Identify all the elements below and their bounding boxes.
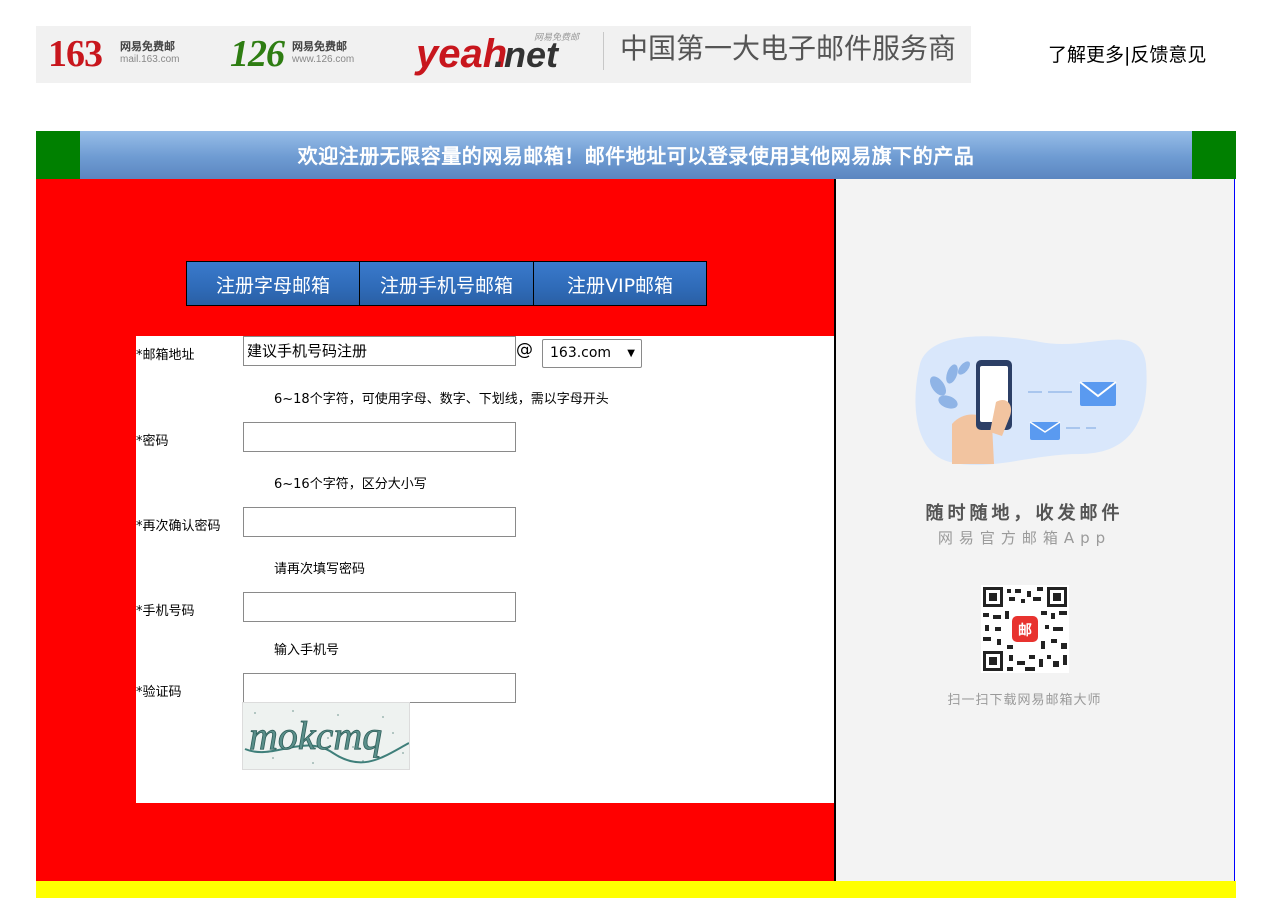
logo-126[interactable]: 126 网易免费邮 www.126.com <box>230 32 400 76</box>
at-sign: @ <box>516 340 533 360</box>
logo-126-number: 126 <box>230 33 285 75</box>
email-hint: 6~18个字符，可使用字母、数字、下划线，需以字母开头 <box>274 392 609 407</box>
captcha-image[interactable]: mokcmq <box>242 702 410 770</box>
app-promo-panel: 随时随地，收发邮件 网易官方邮箱App 邮 扫一扫下载网易邮箱大师 <box>836 179 1235 881</box>
app-illustration <box>915 336 1147 466</box>
logo-yeah-tag: 网易免费邮 <box>534 33 580 43</box>
logo-163-tagline: 网易免费邮 <box>120 40 175 53</box>
logo-163[interactable]: 163 网易免费邮 mail.163.com <box>48 32 218 76</box>
registration-form: *邮箱地址 @ 163.com ▼ 6~18个字符，可使用字母、数字、下划线，需… <box>136 336 834 803</box>
logo-163-number: 163 <box>48 33 103 75</box>
email-label: *邮箱地址 <box>136 348 195 363</box>
password-field[interactable] <box>243 422 516 452</box>
phone-field[interactable] <box>243 592 516 622</box>
tab-vip-email[interactable]: 注册VIP邮箱 <box>534 262 706 305</box>
registration-tabs: 注册字母邮箱 注册手机号邮箱 注册VIP邮箱 <box>186 261 707 306</box>
logo-126-tagline: 网易免费邮 <box>292 40 347 53</box>
tab-phone-email[interactable]: 注册手机号邮箱 <box>360 262 534 305</box>
logo-yeah-net[interactable]: yeah .net 网易免费邮 <box>416 32 596 76</box>
logo-126-subtitle: 网易免费邮 www.126.com <box>292 40 354 66</box>
email-field[interactable] <box>243 336 516 366</box>
confirm-password-label: *再次确认密码 <box>136 519 221 534</box>
captcha-text: mokcmq <box>249 713 382 758</box>
confirm-password-field[interactable] <box>243 507 516 537</box>
domain-select-value: 163.com <box>550 345 612 361</box>
confirm-password-hint: 请再次填写密码 <box>274 562 366 577</box>
learn-more-link[interactable]: 了解更多 <box>1048 44 1124 66</box>
logo-163-subtitle: 网易免费邮 mail.163.com <box>120 40 179 66</box>
brand-banner: 163 网易免费邮 mail.163.com 126 网易免费邮 www.126… <box>36 26 971 83</box>
logo-126-url: www.126.com <box>292 54 355 65</box>
footer-strip <box>36 881 1236 898</box>
qr-code-icon[interactable]: 邮 <box>981 585 1069 673</box>
password-hint: 6~16个字符，区分大小写 <box>274 477 427 492</box>
feedback-link[interactable]: 反馈意见 <box>1130 44 1206 66</box>
app-promo-title: 随时随地，收发邮件 <box>925 503 1124 524</box>
app-promo-subtitle: 网易官方邮箱App <box>937 529 1112 547</box>
qr-badge-glyph: 邮 <box>1018 622 1032 639</box>
password-label: *密码 <box>136 434 169 449</box>
captcha-graphic: mokcmq <box>244 710 409 764</box>
welcome-banner: 欢迎注册无限容量的网易邮箱！邮件地址可以登录使用其他网易旗下的产品 <box>80 131 1192 179</box>
tab-letter-email[interactable]: 注册字母邮箱 <box>187 262 360 305</box>
chevron-down-icon: ▼ <box>627 348 635 359</box>
phone-label: *手机号码 <box>136 604 195 619</box>
logo-163-url: mail.163.com <box>120 54 180 65</box>
brand-divider <box>603 32 604 70</box>
captcha-field[interactable] <box>243 673 516 703</box>
phone-hint: 输入手机号 <box>274 643 340 658</box>
domain-select[interactable]: 163.com ▼ <box>542 339 642 368</box>
captcha-label: *验证码 <box>136 685 182 700</box>
qr-caption: 扫一扫下载网易邮箱大师 <box>947 693 1102 708</box>
brand-slogan: 中国第一大电子邮件服务商 <box>620 32 957 65</box>
welcome-text: 欢迎注册无限容量的网易邮箱！邮件地址可以登录使用其他网易旗下的产品 <box>297 144 975 168</box>
header-links: 了解更多|反馈意见 <box>1048 41 1206 69</box>
